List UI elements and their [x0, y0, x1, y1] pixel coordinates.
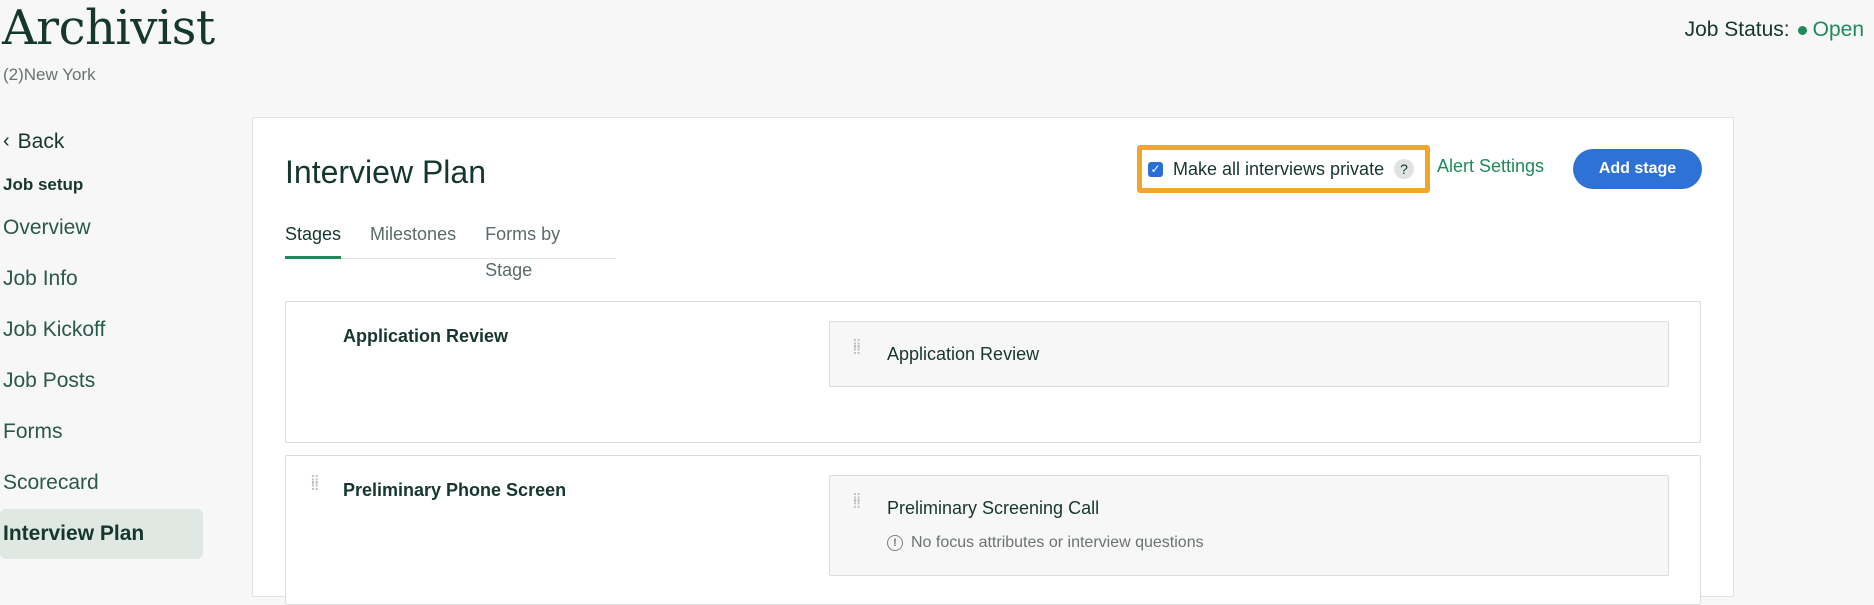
job-location: (2)New York [3, 65, 96, 84]
stage-card: Application Review ⠿ ⠿ Application Review [285, 301, 1701, 443]
sidebar-section-label: Job setup [3, 175, 84, 194]
sidebar-item-job-kickoff[interactable]: Job Kickoff [0, 305, 203, 355]
sidebar: ‹ Back Job setup Overview Job Info Job K… [0, 122, 205, 559]
sidebar-item-job-posts[interactable]: Job Posts [0, 356, 203, 406]
interview-warning-text: No focus attributes or interview questio… [911, 534, 1204, 551]
chevron-left-icon: ‹ [3, 130, 10, 152]
back-link-label: Back [17, 130, 65, 153]
info-circle-icon: ! [887, 535, 903, 551]
stage-card: ⠿ ⠿ Preliminary Phone Screen ⠿ ⠿ Prelimina… [285, 455, 1701, 605]
job-status: Job Status: Open [1685, 18, 1864, 42]
interview-name[interactable]: Application Review [887, 344, 1039, 365]
tab-milestones[interactable]: Milestones [370, 216, 456, 259]
sidebar-item-job-info[interactable]: Job Info [0, 254, 203, 304]
private-interviews-checkbox[interactable]: ✓ [1148, 161, 1163, 177]
interview-item[interactable]: ⠿ ⠿ Preliminary Screening Call ! No focus… [829, 475, 1669, 576]
drag-handle-icon[interactable]: ⠿ ⠿ [310, 474, 322, 493]
tab-stages[interactable]: Stages [285, 216, 342, 259]
sidebar-item-interview-plan[interactable]: Interview Plan [0, 509, 203, 559]
alert-settings-link[interactable]: Alert Settings [1437, 156, 1544, 177]
drag-handle-icon[interactable]: ⠿ ⠿ [852, 492, 864, 511]
interview-plan-panel: Interview Plan ✓ Make all interviews pri… [252, 117, 1734, 605]
stage-name: Preliminary Phone Screen [343, 480, 567, 500]
job-status-value: Open [1812, 18, 1864, 41]
stage-name: Application Review [343, 326, 509, 346]
interview-item[interactable]: ⠿ ⠿ Application Review [829, 321, 1669, 387]
tab-forms-by-stage[interactable]: Forms by Stage [485, 216, 587, 280]
help-icon[interactable]: ? [1394, 159, 1415, 179]
add-stage-button[interactable]: Add stage [1573, 149, 1702, 189]
drag-handle-icon[interactable]: ⠿ ⠿ [852, 338, 864, 357]
status-dot-icon [1797, 25, 1807, 35]
interview-name[interactable]: Preliminary Screening Call [887, 498, 1099, 519]
page-title: Interview Plan [285, 154, 486, 190]
interview-warning: ! No focus attributes or interview quest… [887, 534, 1204, 552]
job-title: Archivist [2, 0, 215, 56]
private-interviews-control: ✓ Make all interviews private ? [1137, 145, 1430, 193]
tabs: Stages Milestones Forms by Stage [285, 216, 616, 280]
job-status-label: Job Status: [1684, 18, 1790, 41]
sidebar-item-forms[interactable]: Forms [0, 407, 203, 457]
sidebar-item-scorecard[interactable]: Scorecard [0, 458, 203, 508]
private-interviews-label[interactable]: Make all interviews private [1173, 159, 1384, 180]
back-link[interactable]: ‹ Back [0, 122, 205, 162]
sidebar-item-overview[interactable]: Overview [0, 203, 203, 253]
